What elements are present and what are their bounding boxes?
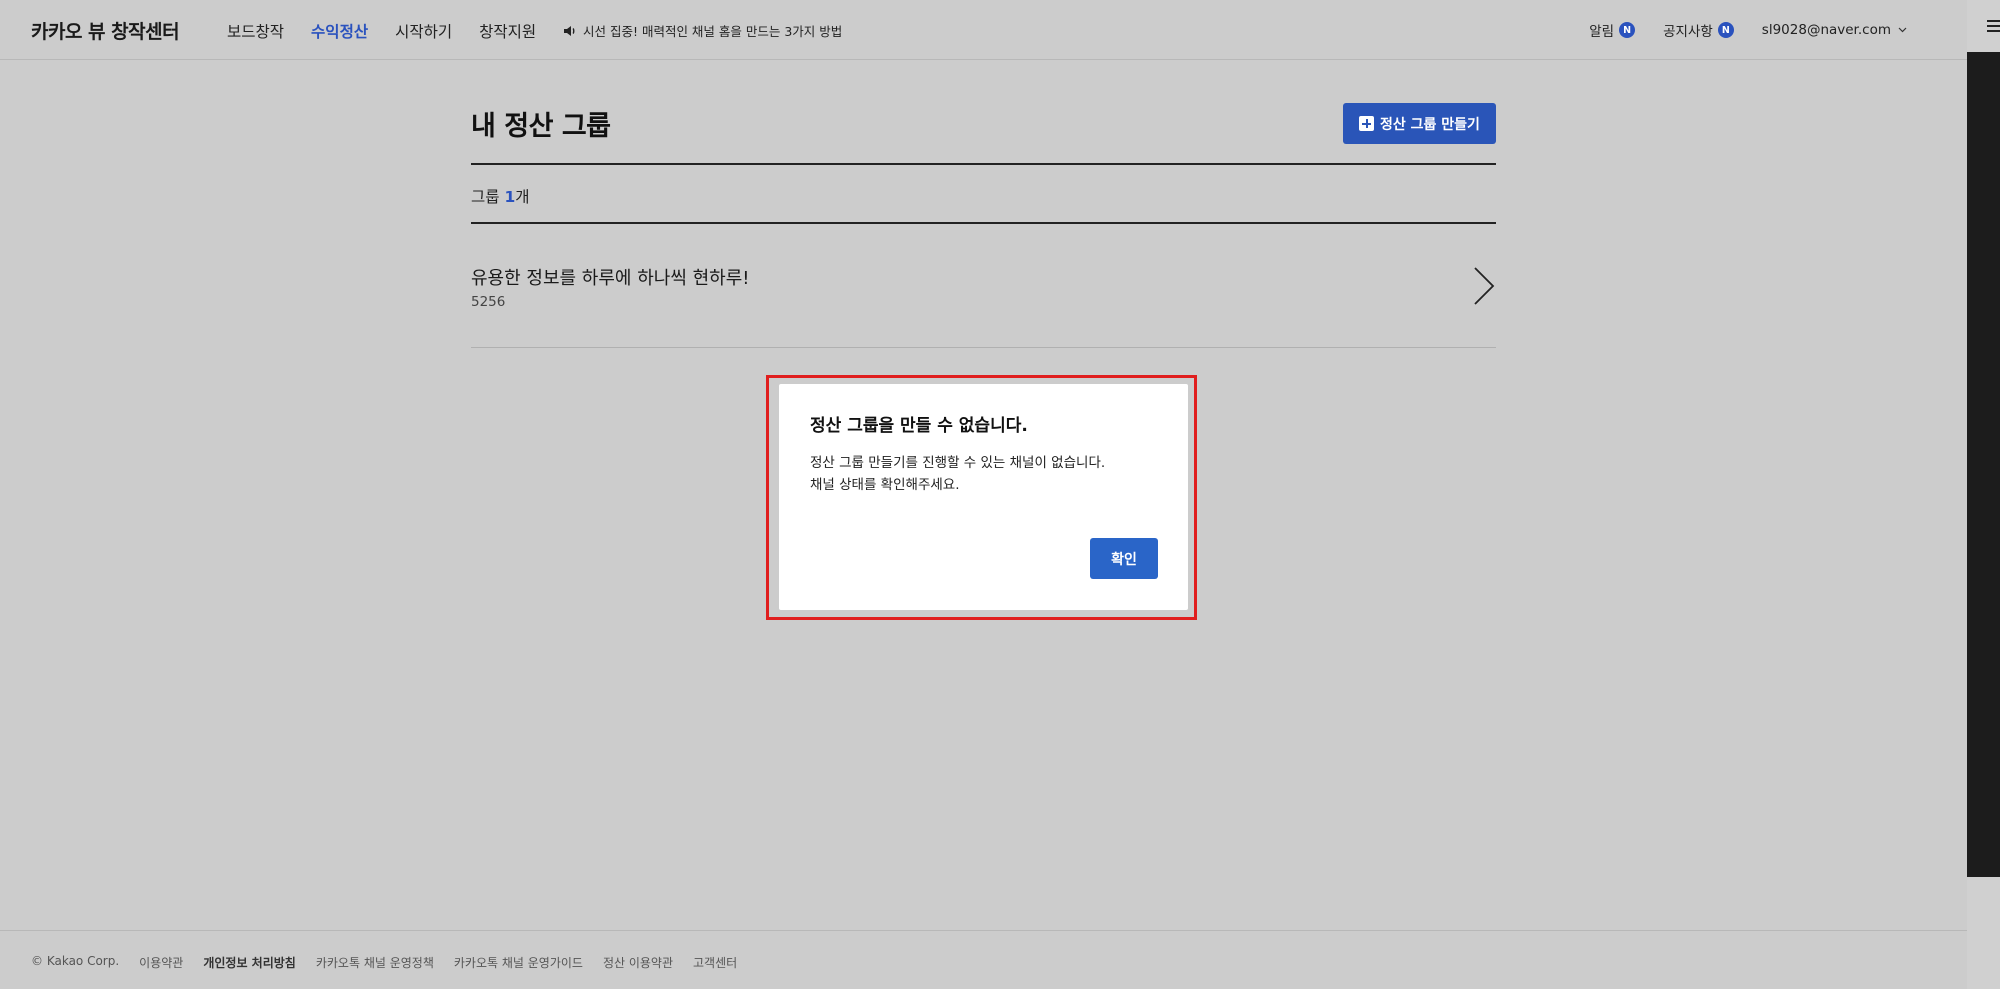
nav-item-revenue[interactable]: 수익정산 [311, 20, 368, 42]
hamburger-icon[interactable] [1987, 20, 2000, 32]
side-panel-dark [1967, 52, 2000, 877]
notices-label: 공지사항 [1663, 24, 1713, 40]
alerts-label: 알림 [1589, 24, 1615, 40]
account-email: sl9028@naver.com [1761, 22, 1891, 38]
page-background: 카카오 뷰 창작센터 보드창작 수익정산 시작하기 창작지원 시선 집중! 매력… [0, 0, 1967, 989]
notices-link[interactable]: 공지사항 N [1663, 20, 1734, 40]
nav-item-creator-support[interactable]: 창작지원 [479, 20, 536, 42]
copyright: © Kakao Corp. [31, 954, 120, 968]
group-name: 유용한 정보를 하루에 하나씩 현하루! [471, 268, 750, 289]
plus-square-icon [1359, 116, 1375, 131]
nav-item-board-create[interactable]: 보드창작 [227, 20, 284, 42]
side-panel-edge [1967, 0, 2000, 989]
footer-links: © Kakao Corp. 이용약관 개인정보 처리방침 카카오톡 채널 운영정… [31, 954, 737, 971]
notices-new-badge: N [1717, 22, 1734, 38]
main-nav: 보드창작 수익정산 시작하기 창작지원 [227, 20, 536, 42]
group-count-prefix: 그룹 [471, 188, 505, 206]
create-group-button[interactable]: 정산 그룹 만들기 [1343, 103, 1496, 144]
page-title: 내 정산 그룹 [471, 111, 611, 142]
account-menu[interactable]: sl9028@naver.com [1762, 22, 1907, 38]
dialog-message-line-1: 정산 그룹 만들기를 진행할 수 있는 채널이 없습니다. [810, 455, 1106, 471]
footer-link-channel-guide[interactable]: 카카오톡 채널 운영가이드 [454, 954, 583, 971]
notice-text: 시선 집중! 매력적인 채널 홈을 만드는 3가지 방법 [583, 24, 843, 39]
dialog-title: 정산 그룹을 만들 수 없습니다. [810, 416, 1028, 436]
header-right: 알림 N 공지사항 N sl9028@naver.com [1589, 20, 1907, 40]
top-header: 카카오 뷰 창작센터 보드창작 수익정산 시작하기 창작지원 시선 집중! 매력… [0, 0, 1967, 60]
group-count-suffix: 개 [515, 188, 530, 206]
group-count-value: 1 [504, 188, 516, 206]
speaker-icon [564, 25, 575, 36]
footer-link-customer-center[interactable]: 고객센터 [693, 954, 737, 971]
nav-item-getting-started[interactable]: 시작하기 [395, 20, 452, 42]
alerts-link[interactable]: 알림 N [1589, 20, 1636, 40]
group-count: 그룹 1개 [471, 185, 530, 207]
footer-link-terms[interactable]: 이용약관 [139, 954, 183, 971]
footer-link-channel-policy[interactable]: 카카오톡 채널 운영정책 [316, 954, 434, 971]
error-dialog: 정산 그룹을 만들 수 없습니다. 정산 그룹 만들기를 진행할 수 있는 채널… [779, 384, 1188, 610]
dialog-message: 정산 그룹 만들기를 진행할 수 있는 채널이 없습니다. 채널 상태를 확인해… [810, 452, 1105, 496]
site-logo[interactable]: 카카오 뷰 창작센터 [31, 17, 180, 44]
title-divider [471, 163, 1496, 165]
footer-link-settlement-terms[interactable]: 정산 이용약관 [603, 954, 673, 971]
chevron-right-icon [1474, 267, 1495, 305]
chevron-down-icon [1898, 27, 1907, 33]
header-notice-link[interactable]: 시선 집중! 매력적인 채널 홈을 만드는 3가지 방법 [563, 21, 842, 40]
group-list-item[interactable]: 유용한 정보를 하루에 하나씩 현하루! 5256 [471, 224, 1496, 348]
group-id: 5256 [471, 294, 506, 310]
create-group-label: 정산 그룹 만들기 [1380, 116, 1480, 133]
confirm-button[interactable]: 확인 [1090, 538, 1158, 579]
alerts-new-badge: N [1619, 22, 1636, 38]
footer-link-privacy[interactable]: 개인정보 처리방침 [203, 954, 296, 971]
footer: © Kakao Corp. 이용약관 개인정보 처리방침 카카오톡 채널 운영정… [0, 930, 1967, 989]
dialog-message-line-2: 채널 상태를 확인해주세요. [810, 477, 960, 493]
